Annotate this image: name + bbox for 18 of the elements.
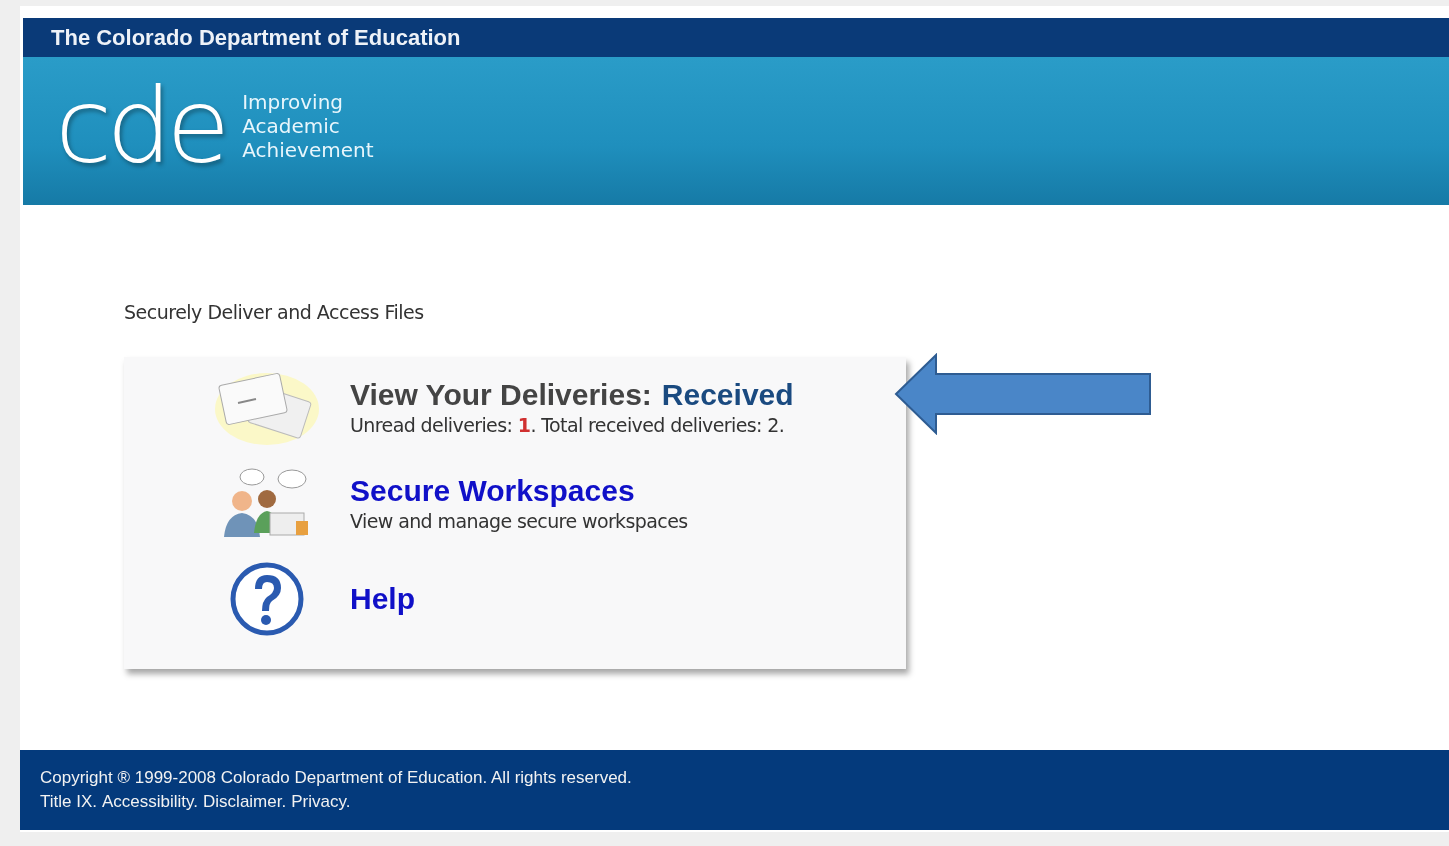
- menu-link[interactable]: Help: [350, 582, 415, 616]
- tagline: Improving: [242, 90, 345, 114]
- footer-link[interactable]: Title IX.: [40, 792, 97, 812]
- site-title: The Colorado Department of Education: [51, 24, 461, 51]
- item-description: Unread deliveries: 1. Total received deliveries: 2.: [350, 414, 786, 436]
- footer-link[interactable]: Disclaimer.: [203, 792, 287, 812]
- tagline: Academic: [242, 114, 341, 138]
- deliveries-title: View Your Deliveries:: [350, 378, 652, 412]
- footer-link[interactable]: Accessibility.: [102, 792, 199, 812]
- menu-link[interactable]: Received: [661, 378, 794, 412]
- logo: cde: [55, 74, 225, 178]
- item-description: View and manage secure workspaces: [350, 510, 688, 532]
- intro-text: Securely Deliver and Access Files: [124, 301, 425, 323]
- help-icon[interactable]: [229, 561, 305, 637]
- copyright-text: Copyright ® 1999-2008 Colorado Department of Education. All rights reserved.: [40, 768, 633, 788]
- footer-link[interactable]: Privacy.: [291, 792, 351, 812]
- tagline: Achievement: [242, 138, 374, 162]
- menu-link[interactable]: Secure Workspaces: [350, 474, 635, 508]
